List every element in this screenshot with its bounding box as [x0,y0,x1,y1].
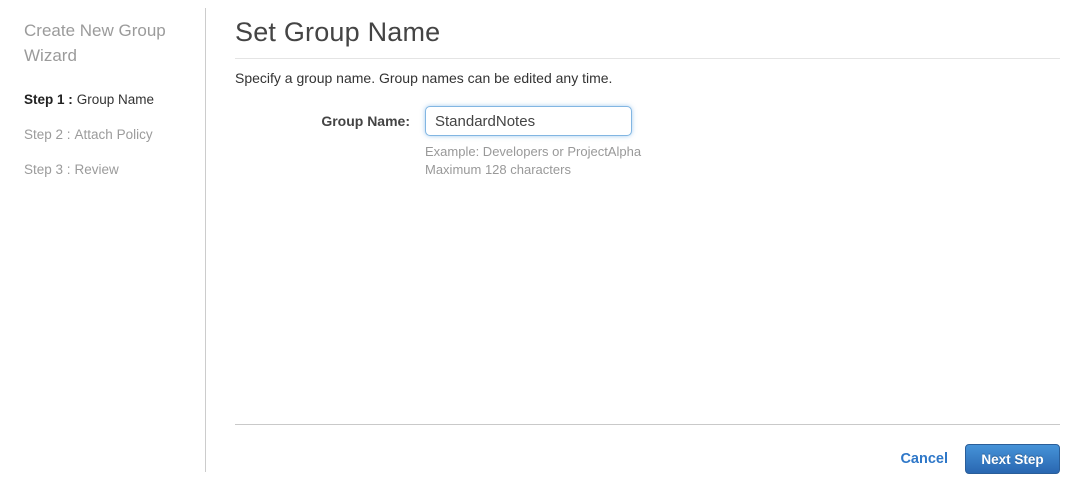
cancel-button[interactable]: Cancel [900,451,948,467]
footer-divider [235,424,1060,425]
step-1-prefix: Step 1 : [24,92,73,107]
sidebar-step-3: Step 3 : Review [24,162,194,178]
sidebar-step-1: Step 1 : Group Name [24,92,194,108]
main-panel: Set Group Name Specify a group name. Gro… [235,0,1060,480]
step-3-label: Review [74,162,119,177]
group-name-row: Group Name: [235,106,1060,136]
sidebar-step-2: Step 2 : Attach Policy [24,127,194,143]
group-name-hints: Example: Developers or ProjectAlpha Maxi… [425,143,1060,179]
page-title: Set Group Name [235,17,441,47]
sidebar-divider [205,8,206,472]
step-2-prefix: Step 2 : [24,127,71,142]
hint-example: Example: Developers or ProjectAlpha [425,144,642,159]
next-step-button[interactable]: Next Step [965,444,1060,474]
step-2-label: Attach Policy [74,127,153,142]
step-1-label: Group Name [76,92,155,107]
group-name-label: Group Name: [321,113,410,129]
title-divider [235,58,1060,59]
page-description: Specify a group name. Group names can be… [235,70,613,86]
footer-actions: Cancel Next Step [900,444,1060,474]
wizard-sidebar: Create New Group Wizard Step 1 : Group Na… [24,18,194,197]
step-3-prefix: Step 3 : [24,162,71,177]
hint-max-chars: Maximum 128 characters [425,162,571,177]
wizard-title: Create New Group Wizard [24,21,166,65]
group-name-input[interactable] [425,106,632,136]
